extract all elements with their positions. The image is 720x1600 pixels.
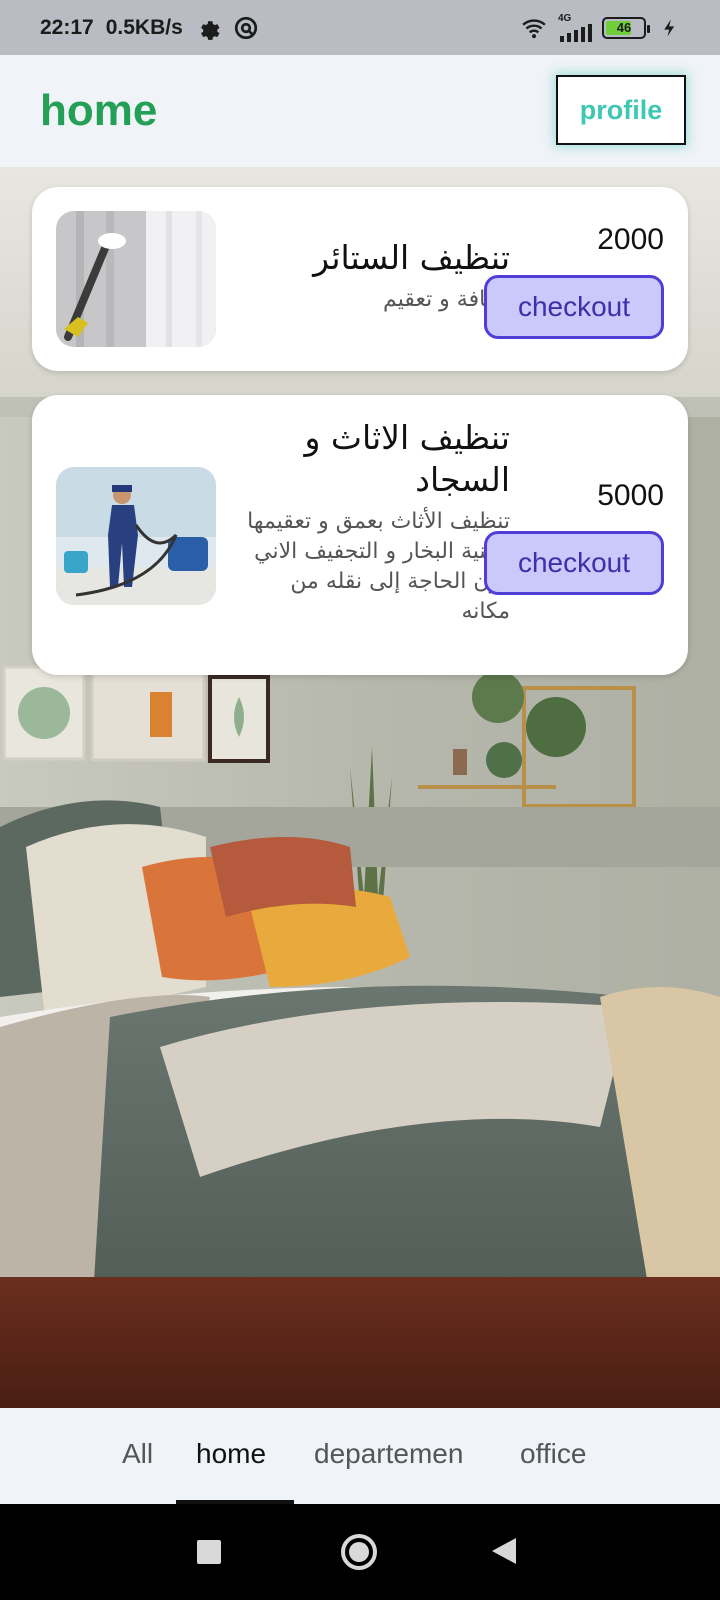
status-time: 22:17 [40,15,94,39]
tab-home[interactable]: home [196,1438,266,1470]
card-text: تنظيف الاثاث و السجاد تنظيف الأثاث بعمق … [240,417,510,627]
service-price: 5000 [597,479,664,512]
battery-level: 46 [616,20,632,35]
card-text: تنظيف الستائر نظافة و تعقيم [240,237,510,315]
recent-apps-icon[interactable] [197,1540,221,1564]
service-title: تنظيف الاثاث و السجاد [304,418,510,499]
gear-icon [200,20,220,40]
service-title: تنظيف الستائر [313,238,510,277]
app-bar: home profile [0,55,720,167]
service-card[interactable]: تنظيف الستائر نظافة و تعقيم 2000 checkou… [32,187,688,371]
network-type: 4G [558,12,572,24]
battery-icon: 46 [602,16,650,39]
status-bar: 22:17 0.5KB/s 4G 46 [0,0,720,55]
status-speed: 0.5KB/s [105,15,183,39]
tab-bar: All home departemen office [0,1408,720,1504]
checkout-button[interactable]: checkout [484,531,664,595]
service-description: نظافة و تعقيم [383,287,510,312]
back-icon[interactable] [492,1538,516,1564]
page-title: home [40,86,158,135]
tab-all[interactable]: All [122,1438,153,1470]
curtain-steam-icon [56,211,216,347]
service-card[interactable]: تنظيف الاثاث و السجاد تنظيف الأثاث بعمق … [32,395,688,675]
home-icon[interactable] [341,1534,377,1570]
screen: 22:17 0.5KB/s 4G 46 home profile تنظيف ا… [0,0,720,1600]
content-area: تنظيف الستائر نظافة و تعقيم 2000 checkou… [0,167,720,1408]
service-description: تنظيف الأثاث بعمق و تعقيمها بتقنية البخا… [247,509,510,624]
tab-office[interactable]: office [520,1438,586,1470]
profile-button[interactable]: profile [556,75,686,145]
signal-icon [560,23,592,42]
vpn-icon [234,16,257,39]
carpet-cleaner-worker-icon [56,467,216,605]
tab-departemen[interactable]: departemen [314,1438,463,1470]
wifi-icon [522,18,546,38]
checkout-button[interactable]: checkout [484,275,664,339]
charging-icon [664,19,675,36]
service-price: 2000 [597,223,664,256]
